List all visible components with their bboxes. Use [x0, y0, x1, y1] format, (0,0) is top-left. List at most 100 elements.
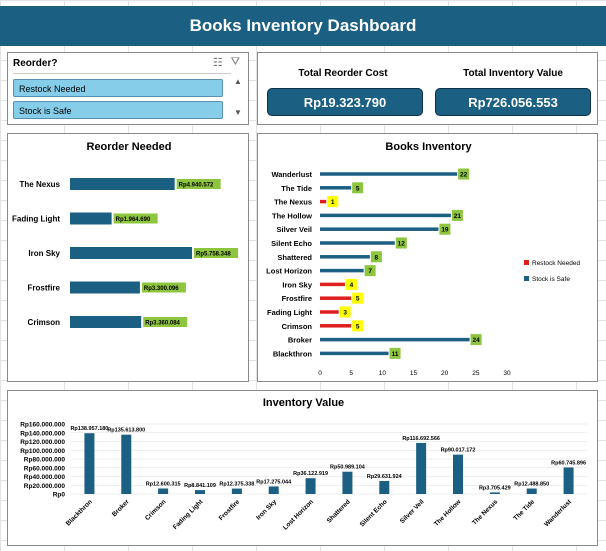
y-tick-label: Rp40.000.000	[24, 474, 66, 481]
bar	[320, 199, 327, 204]
category-label: Wanderlust	[271, 170, 312, 179]
reorder-chart: The Nexus Rp4.940.572 Fading Light Rp1.964.…	[12, 178, 238, 328]
category-label: Frostfire	[218, 498, 242, 522]
data-label: 5	[356, 185, 360, 192]
category-label: Silver Veil	[277, 225, 312, 234]
bar	[320, 296, 352, 300]
y-tick-label: Rp160.000.000	[20, 422, 65, 429]
slicer-item-stock-is-safe[interactable]: Stock is Safe	[13, 101, 223, 119]
data-label: 11	[392, 351, 399, 358]
y-tick-label: Rp80.000.000	[24, 457, 66, 464]
bar	[70, 178, 175, 190]
inventory-chart: Wanderlust 22 The Tide 5 The Nexus 1 The Hollo…	[266, 168, 580, 377]
legend-swatch-safe	[524, 276, 529, 281]
multi-select-icon[interactable]: ☷	[213, 56, 223, 69]
bar	[158, 488, 169, 494]
bar	[320, 337, 470, 342]
category-label: Fading Light	[267, 308, 312, 317]
category-label: Blackthron	[273, 349, 313, 358]
scroll-down-icon[interactable]: ▼	[233, 108, 243, 117]
category-label: The Nexus	[274, 198, 312, 207]
x-tick-label: 20	[441, 370, 449, 377]
data-label: Rp3.360.084	[145, 321, 180, 327]
data-label: 24	[472, 337, 480, 344]
reorder-chart-panel: Reorder Needed The Nexus Rp4.940.572 Fadin…	[7, 133, 249, 382]
scroll-up-icon[interactable]: ▲	[233, 77, 243, 86]
category-label: Silent Echo	[271, 239, 312, 248]
data-label: 21	[454, 213, 462, 220]
bar	[70, 316, 142, 328]
legend-label: Stock is Safe	[532, 276, 570, 283]
x-tick-label: 25	[472, 370, 480, 377]
data-label: 8	[375, 254, 379, 261]
bar	[121, 434, 132, 494]
value-chart-title: Inventory Value	[262, 397, 345, 409]
category-label: The Nexus	[471, 498, 499, 526]
data-label: Rp12.600.315	[146, 481, 181, 487]
data-label: 22	[460, 172, 468, 179]
bar	[320, 213, 451, 218]
data-label: 5	[356, 296, 360, 303]
category-label: The Hollow	[433, 498, 463, 528]
x-tick-label: 30	[503, 370, 511, 377]
legend-swatch-restock	[524, 260, 529, 265]
kpi-panel: Total Reorder Cost Total Inventory Value…	[257, 52, 598, 125]
data-label: 7	[368, 268, 372, 275]
bar	[320, 282, 345, 287]
data-label: Rp17.275.044	[256, 479, 292, 485]
data-label: Rp4.940.572	[179, 183, 214, 189]
category-label: Crimson	[144, 498, 168, 522]
inventory-chart-title: Books Inventory	[385, 141, 472, 153]
y-tick-label: Rp120.000.000	[20, 439, 65, 446]
data-label: 3	[343, 310, 347, 317]
bar	[320, 186, 352, 190]
bar	[320, 172, 458, 176]
bar	[416, 442, 427, 494]
bar	[342, 471, 353, 494]
category-label: Iron Sky	[28, 249, 60, 258]
bar	[379, 481, 390, 494]
data-label: Rp12.375.338	[219, 482, 254, 488]
bar	[70, 247, 192, 259]
data-label: Rp29.631.924	[367, 474, 403, 480]
clear-filter-icon[interactable]: ⛛	[231, 56, 240, 69]
slicer-item-restock-needed[interactable]: Restock Needed	[13, 79, 223, 97]
category-label: Lost Horizon	[266, 267, 312, 276]
bar	[320, 268, 364, 273]
inventory-chart-panel: Books Inventory Wanderlust 22 The Tide 5 The…	[257, 133, 598, 382]
bar	[320, 227, 439, 231]
bar	[320, 310, 339, 314]
category-label: Iron Sky	[282, 280, 312, 289]
category-label: The Nexus	[20, 180, 61, 189]
data-label: Rp12.488.850	[514, 482, 549, 488]
kpi-label-inventory-value: Total Inventory Value	[463, 68, 563, 79]
y-tick-label: Rp60.000.000	[24, 465, 66, 472]
category-label: Frostfire	[28, 284, 61, 293]
category-label: Silent Echo	[359, 498, 389, 528]
bar	[195, 490, 205, 494]
data-label: Rp8.841.109	[184, 483, 216, 489]
category-label: Iron Sky	[255, 498, 278, 521]
bar	[320, 241, 395, 245]
dashboard-title: Books Inventory Dashboard	[0, 6, 606, 46]
bar	[526, 488, 537, 494]
category-label: Silver Veil	[399, 498, 426, 525]
x-tick-label: 10	[379, 370, 387, 377]
category-label: Fading Light	[12, 215, 60, 224]
category-label: The Hollow	[272, 211, 312, 220]
slicer-scrollbar[interactable]: ▲ ▼	[233, 77, 243, 121]
category-label: Blackthron	[65, 498, 94, 527]
bar	[305, 478, 316, 494]
kpi-value-inventory-value: Rp726.056.553	[435, 88, 591, 116]
data-label: Rp90.017.172	[441, 448, 476, 454]
bar	[320, 255, 370, 259]
bar	[268, 486, 279, 494]
legend-label: Restock Needed	[532, 260, 580, 267]
category-label: The Tide	[512, 498, 536, 522]
bar	[70, 281, 140, 294]
data-label: Rp36.122.919	[293, 471, 328, 477]
category-label: Lost Horizon	[282, 498, 315, 531]
value-chart-panel: Inventory Value Rp0 Rp20.000.000 Rp40.000.…	[7, 390, 598, 546]
y-tick-label: Rp0	[53, 492, 66, 499]
data-label: 5	[356, 323, 360, 330]
